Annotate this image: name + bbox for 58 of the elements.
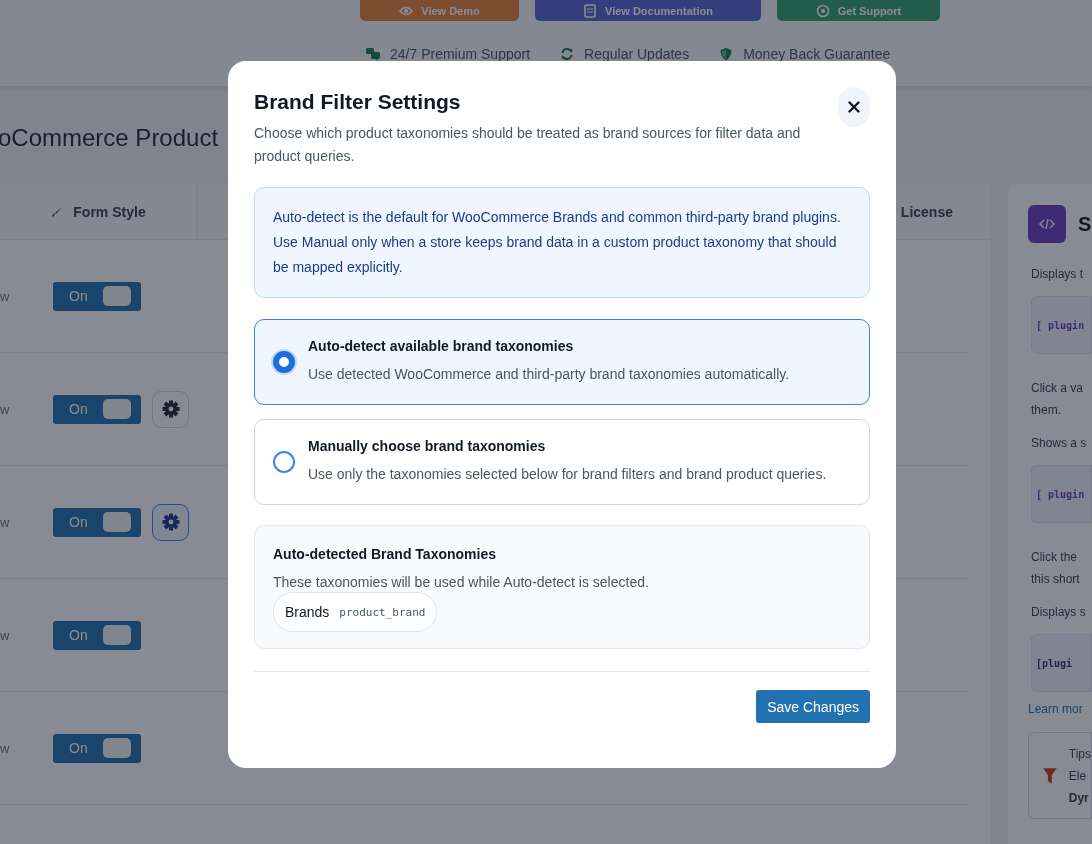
demo-button[interactable]: View Demo (360, 0, 519, 21)
dialog-title: Brand Filter Settings (254, 90, 462, 114)
support-button[interactable]: Get Support (777, 0, 940, 21)
close-icon (848, 101, 860, 113)
feature-label: Regular Updates (584, 46, 690, 62)
lifebuoy-icon (815, 3, 830, 18)
filter-icon (1043, 766, 1057, 785)
toggle-switch[interactable]: On (53, 507, 141, 537)
feature-label: Money Back Guarantee (743, 46, 891, 62)
column-header: License (900, 203, 953, 220)
toggle-switch[interactable]: On (53, 733, 141, 763)
row-label: w (0, 401, 11, 417)
shortcode-box: [ plugin (1031, 465, 1092, 523)
chat-bubbles-icon (366, 47, 380, 61)
row-label: w (0, 740, 11, 756)
option-description: Use detected WooCommerce and third-party brand taxonomies automatically. (308, 365, 790, 384)
panel-title: S (1078, 212, 1092, 236)
save-button[interactable]: Save Changes (756, 690, 870, 723)
description-text: Click the this short (1031, 549, 1081, 588)
option-title: Manually choose brand taxonomies (308, 438, 547, 454)
settings-button[interactable] (152, 503, 189, 541)
option-description: Use only the taxonomies selected below for brand filters and brand product queries. (308, 465, 827, 484)
column-header: Form Style (73, 203, 146, 220)
brush-icon (51, 205, 64, 218)
toggle-switch[interactable]: On (53, 620, 141, 650)
tag-name: Brands (285, 604, 330, 620)
option-title: Auto-detect available brand taxonomies (308, 338, 575, 354)
row-label: w (0, 514, 11, 530)
gear-icon (161, 400, 180, 418)
radio-option[interactable]: Auto-detect available brand taxonomies Use detected WooCommerce and third-party brand taxonomies automatically. (254, 319, 870, 405)
toggle-switch[interactable]: On (53, 281, 141, 311)
radio-button[interactable] (273, 451, 295, 473)
feature-label: 24/7 Premium Support (390, 46, 531, 62)
info-notice: Auto-detect is the default for WooCommerce Brands and common third-party brand plugins. Use Manual only when a store keeps brand data in a custom product taxonomy that should be mapped explicitly. (254, 187, 870, 298)
refresh-icon (560, 47, 575, 61)
radio-option[interactable]: Manually choose brand taxonomies Use only the taxonomies selected below for brand filters and brand product queries. (254, 419, 870, 505)
close-button[interactable] (838, 87, 870, 127)
row-label: w (0, 288, 11, 304)
code-icon (1028, 205, 1066, 243)
tag-slug: product_brand (339, 605, 426, 619)
section-title: Auto-detected Brand Taxonomies (273, 546, 497, 562)
toggle-switch[interactable]: On (53, 394, 141, 424)
gear-icon (161, 513, 180, 531)
dialog-description: Choose which product taxonomies should be treated as brand sources for filter data and product queries. (254, 124, 802, 166)
row-label: w (0, 627, 11, 643)
shield-icon (719, 47, 734, 61)
learn-more-link[interactable]: Learn mor (1028, 702, 1092, 716)
description-text: Click a va them. (1031, 380, 1084, 419)
shortcode-box: [ plugin (1031, 296, 1092, 354)
shortcode-box: [plugi (1031, 634, 1092, 692)
tip-text: Tips Ele Dyr (1068, 745, 1091, 807)
documentation-button[interactable]: View Documentation (535, 0, 761, 21)
book-icon (583, 3, 597, 18)
description-text: Displays s (1031, 604, 1087, 621)
section-description: These taxonomies will be used while Auto-detect is selected. (273, 574, 650, 590)
radio-button[interactable] (273, 351, 295, 373)
description-text: Displays t (1031, 266, 1084, 283)
description-text: Shows a s (1031, 435, 1088, 452)
